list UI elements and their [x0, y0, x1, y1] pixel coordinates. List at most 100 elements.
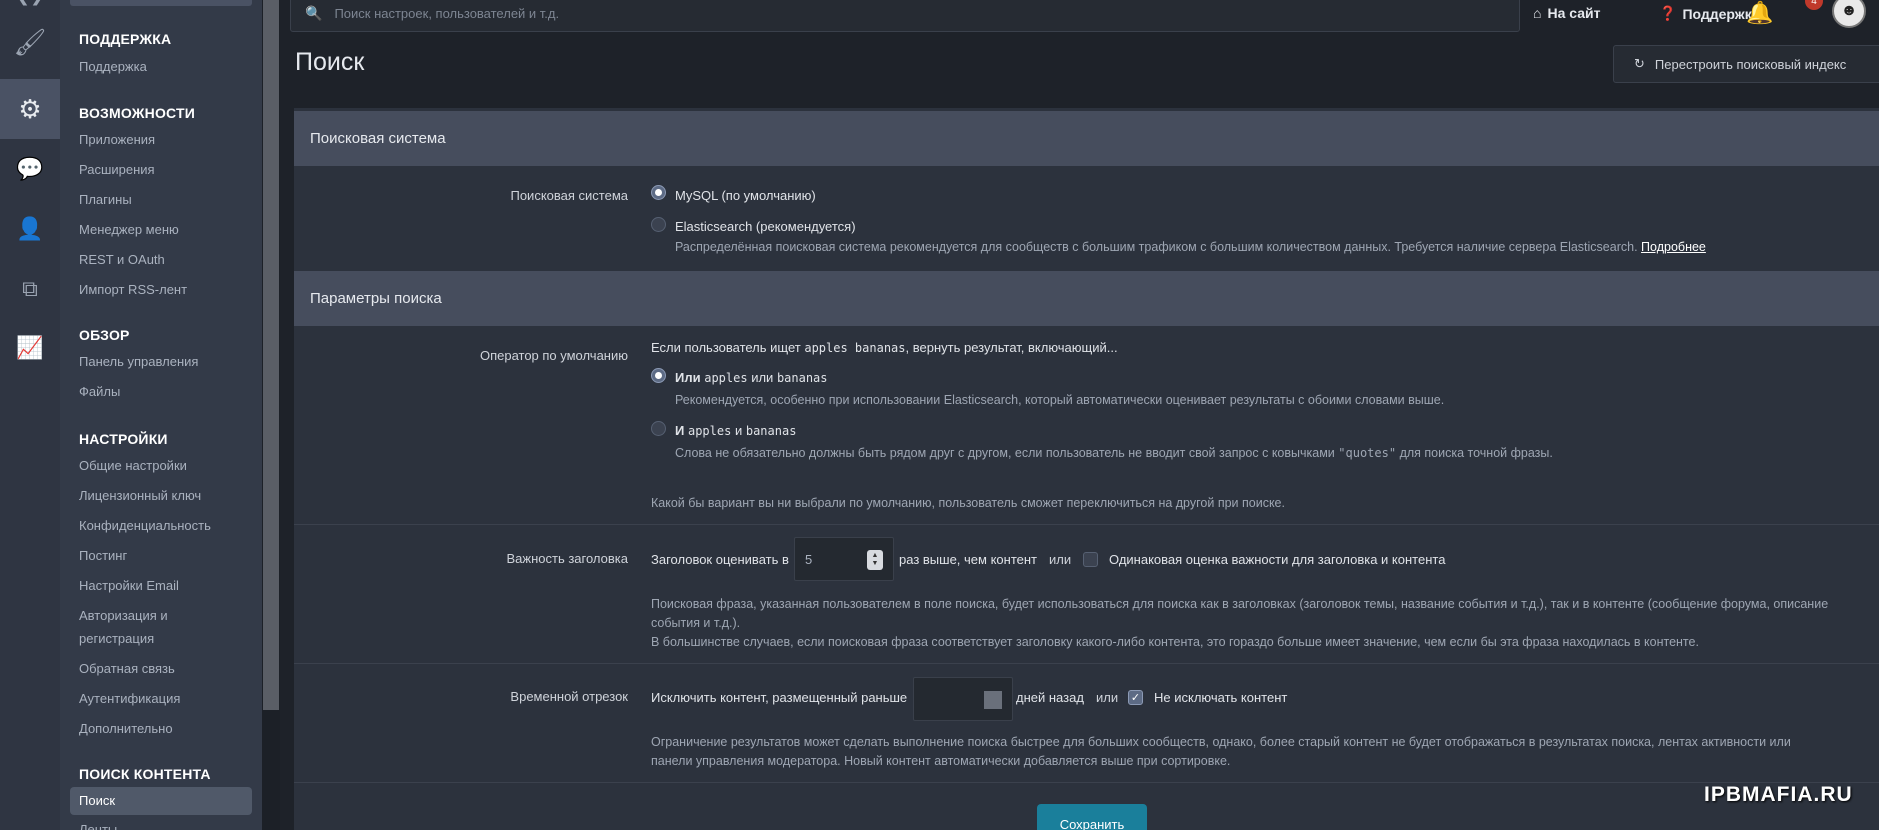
- settings-form: Поисковая система Поисковая система MySQ…: [294, 108, 1879, 830]
- save-button[interactable]: Сохранить: [1037, 804, 1147, 830]
- operator-intro-code: apples bananas: [804, 341, 906, 355]
- operator-and-desc-code: "quotes": [1338, 446, 1397, 460]
- sidebar-item-advanced[interactable]: Дополнительно: [79, 717, 173, 740]
- to-site-link[interactable]: ⌂ На сайт: [1533, 5, 1600, 21]
- sidebar-item-privacy[interactable]: Конфиденциальность: [79, 514, 211, 537]
- chat-icon[interactable]: 💬: [0, 139, 60, 199]
- stepper-icon[interactable]: ▲ ▼: [867, 550, 883, 570]
- timeframe-noexclude-checkbox[interactable]: ✓: [1128, 690, 1143, 705]
- operator-and-label[interactable]: И apples и bananas: [675, 423, 796, 438]
- sidebar-section-content-search: ПОИСК КОНТЕНТА: [79, 766, 211, 782]
- operator-note: Какой бы вариант вы ни выбрали по умолча…: [651, 496, 1285, 510]
- title-weight-post: раз выше, чем контент: [899, 552, 1037, 567]
- operator-and-w2: bananas: [745, 424, 797, 438]
- sidebar-item-rest-oauth[interactable]: REST и OAuth: [79, 248, 165, 271]
- sidebar-item-auth-reg[interactable]: Авторизация и: [79, 604, 168, 627]
- to-site-label: На сайт: [1547, 5, 1601, 21]
- chart-icon[interactable]: 📈: [0, 318, 60, 378]
- divider: [294, 524, 1879, 525]
- sidebar-section-overview: ОБЗОР: [79, 327, 130, 343]
- question-icon: ❓: [1659, 5, 1677, 21]
- search-input[interactable]: 🔍 Поиск настроек, пользователей и т.д.: [290, 0, 1520, 32]
- page-title: Поиск: [295, 48, 365, 76]
- operator-or-radio[interactable]: [651, 368, 666, 383]
- avatar[interactable]: ☻: [1832, 0, 1866, 28]
- rebuild-index-label: Перестроить поисковый индекс: [1654, 56, 1847, 72]
- title-weight-desc-3: В большинстве случаев, если поисковая фр…: [651, 635, 1699, 649]
- sidebar-item-dashboard[interactable]: Панель управления: [79, 350, 198, 373]
- engine-elastic-radio[interactable]: [651, 217, 666, 232]
- timeframe-input[interactable]: [913, 677, 1013, 721]
- search-placeholder: Поиск настроек, пользователей и т.д.: [334, 5, 560, 21]
- sidebar-item-feeds[interactable]: Ленты: [79, 818, 117, 830]
- sidebar-item-authentication[interactable]: Аутентификация: [79, 687, 180, 710]
- operator-intro-a: Если пользователь ищет: [651, 340, 801, 355]
- sidebar-item-feedback[interactable]: Обратная связь: [79, 657, 175, 680]
- title-weight-label: Важность заголовка: [506, 551, 628, 566]
- engine-elastic-desc: Распределённая поисковая система рекомен…: [675, 238, 1875, 257]
- engine-elastic-desc-text: Распределённая поисковая система рекомен…: [675, 240, 1638, 254]
- scrollbar-thumb[interactable]: [263, 0, 279, 710]
- engine-elastic-label[interactable]: Elasticsearch (рекомендуется): [675, 219, 856, 234]
- section-header-engine: Поисковая система: [294, 111, 1879, 166]
- timeframe-disabled-icon: [984, 691, 1002, 709]
- operator-or-desc: Рекомендуется, особенно при использовани…: [675, 393, 1445, 407]
- title-weight-or: или: [1049, 552, 1072, 567]
- user-icon[interactable]: 👤: [0, 199, 60, 259]
- sidebar-item-apps[interactable]: Приложения: [79, 128, 155, 151]
- sidebar-item-files[interactable]: Файлы: [79, 380, 120, 403]
- engine-mysql-label[interactable]: MySQL (по умолчанию): [675, 188, 816, 203]
- sidebar-item-support[interactable]: Поддержка: [79, 55, 147, 78]
- sidebar-item-extensions[interactable]: Расширения: [79, 158, 155, 181]
- sidebar-item-posting[interactable]: Постинг: [79, 544, 127, 567]
- sidebar-item-auth-reg-2[interactable]: регистрация: [79, 627, 154, 650]
- engine-mysql-radio[interactable]: [651, 185, 666, 200]
- title-weight-equal-label[interactable]: Одинаковая оценка важности для заголовка…: [1109, 552, 1445, 567]
- sidebar-search-stub[interactable]: [70, 0, 252, 6]
- operator-or-mid: или: [751, 370, 774, 385]
- sidebar: ПОДДЕРЖКА Поддержка ВОЗМОЖНОСТИ Приложен…: [60, 0, 262, 830]
- timeframe-or: или: [1096, 690, 1119, 705]
- timeframe-noexclude-label[interactable]: Не исключать контент: [1154, 690, 1287, 705]
- sidebar-item-license[interactable]: Лицензионный ключ: [79, 484, 201, 507]
- sidebar-item-general[interactable]: Общие настройки: [79, 454, 187, 477]
- timeframe-desc-1: Ограничение результатов может сделать вы…: [651, 735, 1791, 749]
- sidebar-scrollbar[interactable]: [262, 0, 280, 830]
- operator-intro: Если пользователь ищет apples bananas, в…: [651, 340, 1118, 355]
- operator-and-w1: apples: [687, 424, 732, 438]
- divider: [294, 663, 1879, 664]
- operator-or-label[interactable]: Или apples или bananas: [675, 370, 828, 385]
- watermark-text: IPBMAFIA.RU: [1704, 783, 1853, 806]
- rebuild-index-button[interactable]: ↻ Перестроить поисковый индекс: [1613, 45, 1879, 83]
- operator-label: Оператор по умолчанию: [479, 348, 628, 363]
- operator-or-bold: Или: [675, 370, 701, 385]
- operator-and-desc-b: для поиска точной фразы.: [1399, 446, 1553, 460]
- timeframe-label: Временной отрезок: [510, 689, 628, 704]
- admin-app: ❮❯ 🖌 ⚙ 💬 👤 ⧉ 📈 ПОДДЕРЖКА Поддержка ВОЗМО…: [0, 0, 1879, 830]
- gears-icon[interactable]: ⚙: [0, 79, 60, 139]
- title-weight-value: 5: [805, 551, 813, 567]
- operator-and-desc: Слова не обязательно должны быть рядом д…: [675, 444, 1553, 463]
- home-icon: ⌂: [1533, 5, 1542, 21]
- sidebar-section-settings: НАСТРОЙКИ: [79, 431, 168, 447]
- copy-icon[interactable]: ⧉: [0, 259, 60, 319]
- paintbrush-icon[interactable]: 🖌: [0, 12, 60, 72]
- engine-label: Поисковая система: [510, 188, 628, 203]
- sidebar-item-menu-manager[interactable]: Менеджер меню: [79, 218, 179, 241]
- title-weight-input[interactable]: 5 ▲ ▼: [794, 537, 894, 581]
- operator-and-radio[interactable]: [651, 421, 666, 436]
- title-weight-equal-checkbox[interactable]: [1083, 552, 1098, 567]
- sidebar-item-plugins[interactable]: Плагины: [79, 188, 132, 211]
- bell-icon[interactable]: 🔔: [1746, 0, 1773, 26]
- more-link[interactable]: Подробнее: [1641, 240, 1706, 254]
- sidebar-item-search[interactable]: Поиск: [70, 787, 252, 815]
- timeframe-post: дней назад: [1016, 690, 1084, 705]
- sidebar-item-email[interactable]: Настройки Email: [79, 574, 179, 597]
- title-weight-pre: Заголовок оценивать в: [651, 552, 789, 567]
- support-link[interactable]: ❓ Поддержка: [1659, 5, 1760, 22]
- logo-icon[interactable]: ❮❯: [0, 0, 60, 8]
- sidebar-item-rss-import[interactable]: Импорт RSS-лент: [79, 278, 187, 301]
- operator-and-bold: И: [675, 423, 685, 438]
- timeframe-desc-2: панели управления модератора. Новый конт…: [651, 754, 1231, 768]
- icon-navbar: ❮❯ 🖌 ⚙ 💬 👤 ⧉ 📈: [0, 0, 60, 830]
